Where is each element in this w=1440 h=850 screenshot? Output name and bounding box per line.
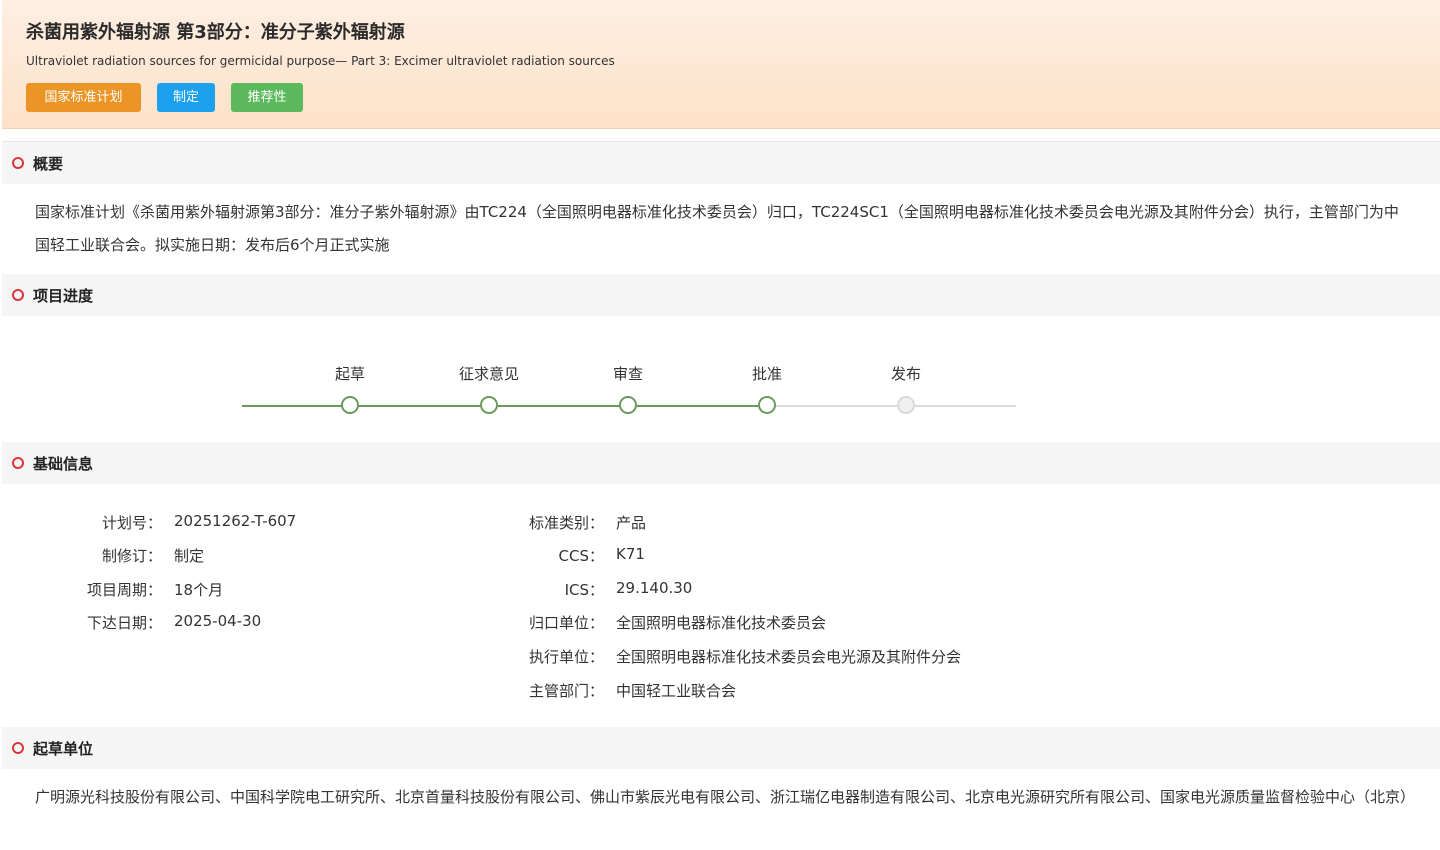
section-title: 起草单位 [33,740,94,758]
section-header-progress: 项目进度 [2,274,1440,316]
info-value-ics: 29.140.30 [616,579,693,597]
step-label: 批准 [751,365,782,383]
step-label: 征求意见 [458,365,519,383]
section-title: 概要 [33,155,64,173]
progress-step-review: 审查 [578,362,678,414]
step-dot-icon [341,396,359,414]
section-marker-icon [12,289,24,301]
info-value-issue-date: 2025-04-30 [174,612,262,630]
step-dot-icon [480,396,498,414]
step-dot-icon [897,396,915,414]
main-content: 概要 国家标准计划《杀菌用紫外辐射源第3部分：准分子紫外辐射源》由TC224（全… [2,141,1440,850]
progress-track-remaining [767,405,1016,407]
step-dot-icon [619,396,637,414]
section-marker-icon [12,742,24,754]
info-value-cycle: 18个月 [174,581,224,599]
info-value-executing-unit: 全国照明电器标准化技术委员会电光源及其附件分会 [616,648,962,666]
info-label-competent-dept: 主管部门： [528,682,604,700]
info-label-ccs: CCS： [558,547,604,565]
tag-nature[interactable]: 推荐性 [231,83,303,112]
info-label-issue-date: 下达日期： [86,614,162,632]
progress-step-consultation: 征求意见 [439,362,539,414]
info-label-cycle: 项目周期： [86,581,162,599]
section-title: 项目进度 [33,287,94,305]
tag-revision-type[interactable]: 制定 [157,83,215,112]
section-marker-icon [12,157,24,169]
info-label-plan-number: 计划号： [101,514,162,532]
progress-stepper: 起草 征求意见 审查 批准 发布 [242,362,1016,422]
section-title: 基础信息 [33,455,94,473]
page-header: 杀菌用紫外辐射源 第3部分：准分子紫外辐射源 Ultraviolet radia… [2,0,1440,129]
section-header-overview: 概要 [2,142,1440,184]
step-label: 起草 [334,365,365,383]
info-label-responsible-unit: 归口单位： [528,614,604,632]
info-value-responsible-unit: 全国照明电器标准化技术委员会 [616,614,827,632]
info-value-plan-number: 20251262-T-607 [174,512,297,530]
progress-track-completed [242,405,767,407]
section-header-drafters: 起草单位 [2,727,1440,769]
drafters-text: 广明源光科技股份有限公司、中国科学院电工研究所、北京首量科技股份有限公司、佛山市… [35,788,1416,806]
section-marker-icon [12,457,24,469]
info-value-ccs: K71 [616,545,645,563]
info-label-executing-unit: 执行单位： [528,648,604,666]
step-label: 发布 [890,365,921,383]
info-label-ics: ICS： [564,581,604,599]
overview-text: 国家标准计划《杀菌用紫外辐射源第3部分：准分子紫外辐射源》由TC224（全国照明… [35,203,1399,254]
info-value-standard-category: 产品 [616,514,647,532]
tag-plan-type[interactable]: 国家标准计划 [26,83,141,112]
progress-step-drafting: 起草 [300,362,400,414]
step-label: 审查 [612,365,643,383]
section-header-basic-info: 基础信息 [2,442,1440,484]
info-value-competent-dept: 中国轻工业联合会 [616,682,737,700]
page-subtitle: Ultraviolet radiation sources for germic… [26,54,615,68]
progress-step-publication: 发布 [856,362,956,414]
page-title: 杀菌用紫外辐射源 第3部分：准分子紫外辐射源 [26,22,405,43]
progress-step-approval: 批准 [717,362,817,414]
info-label-standard-category: 标准类别： [528,514,604,532]
info-label-revision: 制修订： [101,547,162,565]
info-value-revision: 制定 [174,547,205,565]
step-dot-icon [758,396,776,414]
